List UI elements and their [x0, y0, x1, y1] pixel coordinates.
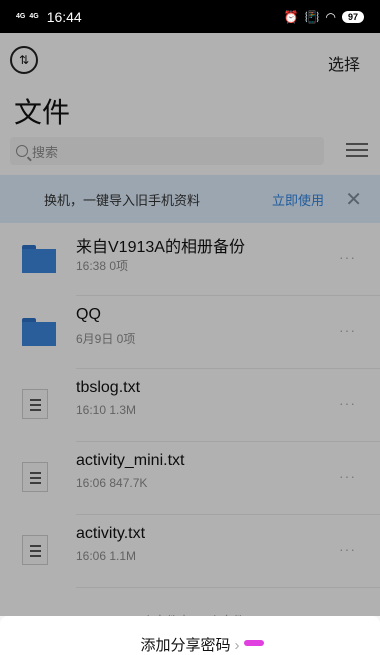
clock: 16:44 [46, 8, 82, 25]
pointer-indicator [244, 640, 264, 646]
modal-overlay[interactable] [0, 33, 380, 616]
share-options-sheet: 添加分享密码 › [0, 616, 380, 654]
vibrate-icon: 📳 [304, 9, 320, 24]
alarm-icon: ⏰ [283, 9, 299, 24]
signal-icon: 4G [29, 13, 39, 20]
status-bar: 4G 4G 16:44 ⏰ 📳 ◠ 97 [0, 0, 380, 33]
wifi-icon: ◠ [325, 9, 336, 24]
battery-indicator: 97 [341, 10, 364, 23]
chevron-right-icon: › [234, 637, 240, 654]
signal-icon: 4G [16, 13, 26, 20]
option-label: 添加分享密码 [140, 637, 231, 654]
add-share-password-option[interactable]: 添加分享密码 › [0, 634, 380, 655]
